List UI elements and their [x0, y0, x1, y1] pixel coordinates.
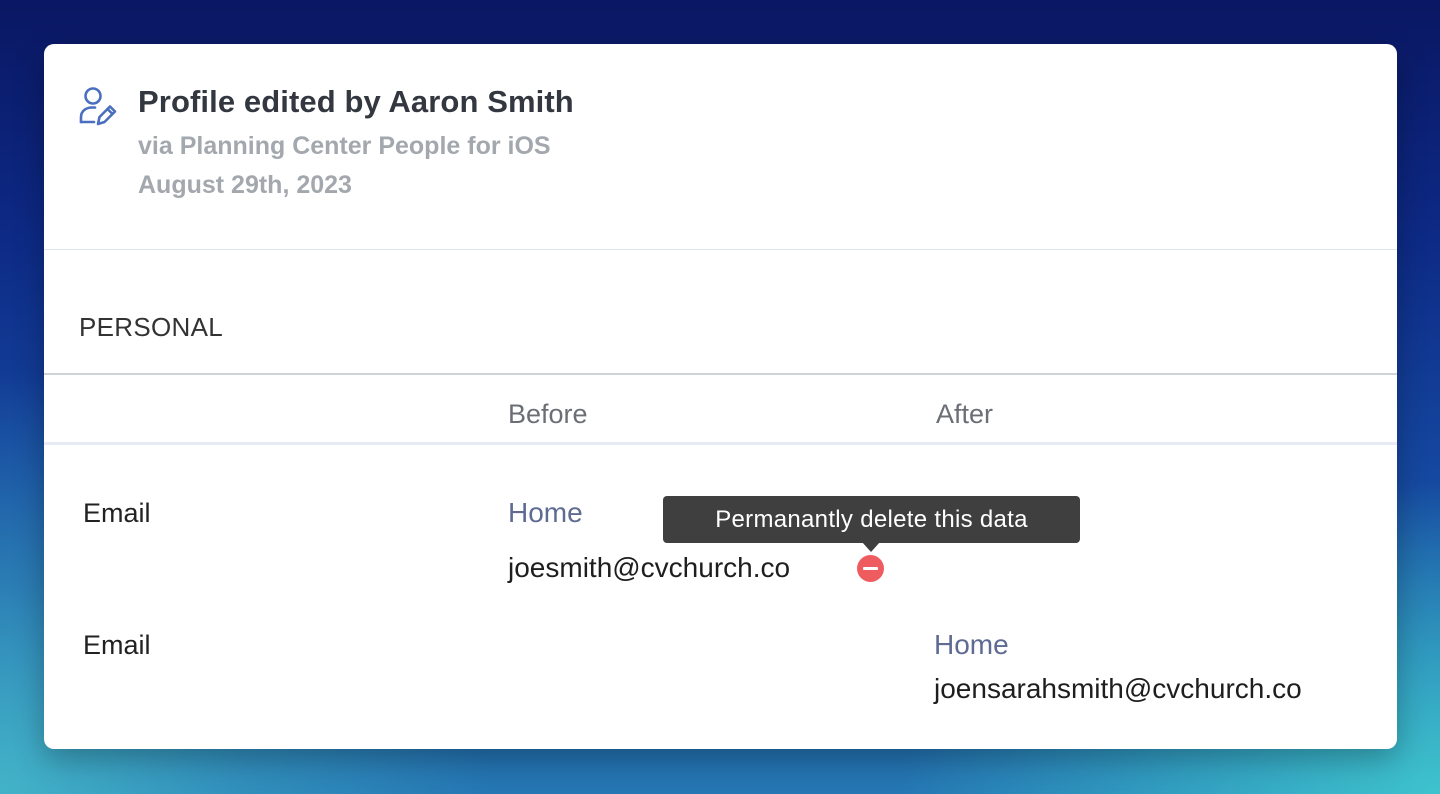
column-header-after: After	[936, 399, 994, 429]
before-email-kind: Home	[508, 497, 583, 528]
after-email-kind: Home	[934, 629, 1009, 660]
table-header-top-rule	[44, 373, 1397, 375]
tooltip-arrow	[862, 542, 880, 552]
column-header-before: Before	[508, 399, 588, 429]
header-divider	[44, 249, 1397, 250]
edit-date: August 29th, 2023	[138, 171, 352, 199]
delete-data-button[interactable]	[857, 555, 884, 582]
edit-source: via Planning Center People for iOS	[138, 132, 551, 160]
minus-icon	[863, 567, 878, 570]
delete-tooltip: Permanantly delete this data	[663, 496, 1080, 543]
after-email-value: joensarahsmith@cvchurch.co	[934, 673, 1302, 704]
page-title: Profile edited by Aaron Smith	[138, 84, 574, 119]
user-edit-icon	[79, 87, 117, 126]
row-label-email: Email	[83, 498, 151, 528]
table-header-bottom-rule	[44, 442, 1397, 445]
change-log-card: Profile edited by Aaron Smith via Planni…	[44, 44, 1397, 749]
section-heading-personal: PERSONAL	[79, 312, 224, 342]
row-label-email: Email	[83, 630, 151, 660]
before-email-value: joesmith@cvchurch.co	[508, 552, 791, 583]
